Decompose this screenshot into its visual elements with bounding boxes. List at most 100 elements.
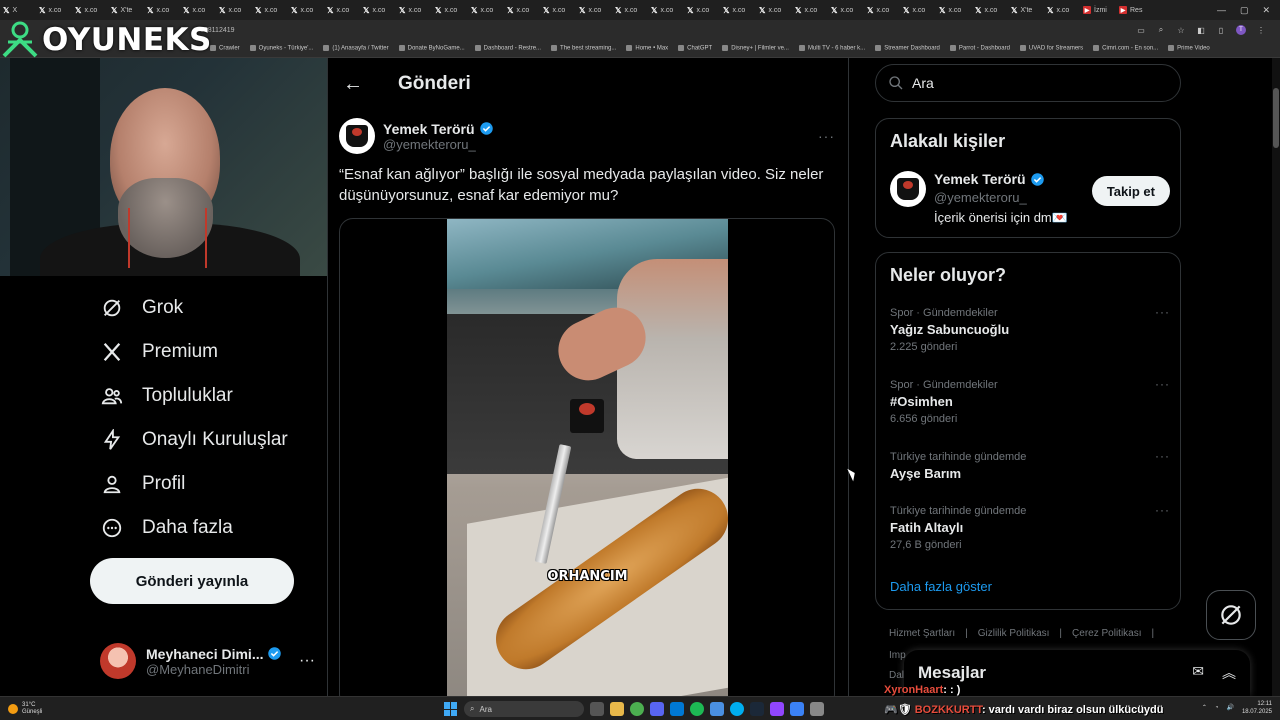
sidepanel-icon[interactable]: ▯ [1216, 25, 1226, 35]
more-dots-icon[interactable]: ··· [1155, 503, 1170, 517]
bookmark-item[interactable]: Prime Video [1168, 45, 1210, 52]
trend-item[interactable]: Spor · Gündemdekiler #Osimhen 6.656 gönd… [890, 377, 1170, 425]
browser-tab[interactable]: 𝕏x.co [648, 2, 683, 18]
nav-item-grok[interactable]: Grok [100, 296, 183, 320]
browser-tab[interactable]: 𝕏x.co [936, 2, 971, 18]
follow-button[interactable]: Takip et [1091, 176, 1170, 206]
grok-floating-button[interactable] [1206, 590, 1256, 640]
browser-tab[interactable]: 𝕏x.co [468, 2, 503, 18]
tweet-media[interactable]: ORHANCIM [339, 218, 835, 696]
browser-tab[interactable]: 𝕏x.co [972, 2, 1007, 18]
browser-tab[interactable]: 𝕏x.co [720, 2, 755, 18]
bookmark-item[interactable]: The best streaming... [551, 45, 616, 52]
trend-item[interactable]: Türkiye tarihinde gündemde Fatih Altaylı… [890, 503, 1170, 551]
browser-tab[interactable]: 𝕏x.co [252, 2, 287, 18]
browser-tab[interactable]: 𝕏x.co [288, 2, 323, 18]
app-icon[interactable] [710, 702, 724, 716]
scrollbar-thumb[interactable] [1273, 88, 1279, 148]
steam-icon[interactable] [750, 702, 764, 716]
bookmark-item[interactable]: Multi TV - 6 haber k... [798, 45, 865, 52]
obs-icon[interactable] [810, 702, 824, 716]
new-message-icon[interactable]: ✉ [1192, 663, 1204, 683]
edge-icon[interactable] [670, 702, 684, 716]
nav-item-more[interactable]: Daha fazla [100, 516, 233, 540]
footer-link[interactable]: Gizlilik Politikası [978, 628, 1050, 639]
browser-tab[interactable]: 𝕏x.co [396, 2, 431, 18]
related-person-name[interactable]: Yemek Terörü [934, 171, 1026, 187]
bookmark-item[interactable]: Dashboard - Restre... [474, 45, 541, 52]
maximize-icon[interactable]: ▢ [1240, 5, 1249, 16]
bookmark-item[interactable]: Crawler [210, 45, 240, 52]
profile-avatar-icon[interactable]: T [1236, 25, 1246, 35]
tweet-author-handle[interactable]: @yemekteroru_ [383, 137, 494, 152]
browser-tab[interactable]: 𝕏x.co [216, 2, 251, 18]
bookmark-item[interactable]: Disney+ | Filmler ve... [722, 45, 789, 52]
tweet-author-name[interactable]: Yemek Terörü [383, 121, 475, 137]
browser-tab[interactable]: 𝕏x.co [756, 2, 791, 18]
chrome-icon[interactable] [630, 702, 644, 716]
bookmark-item[interactable]: Home • Max [626, 45, 668, 52]
more-dots-icon[interactable]: ··· [1155, 305, 1170, 319]
browser-tab[interactable]: 𝕏x.co [612, 2, 647, 18]
browser-tab[interactable]: 𝕏x.co [144, 2, 179, 18]
more-dots-icon[interactable]: ··· [1155, 449, 1170, 463]
twitch-icon[interactable] [770, 702, 784, 716]
bookmark-item[interactable]: ChatGPT [678, 45, 712, 52]
extensions-icon[interactable]: ◧ [1196, 25, 1206, 35]
back-arrow-icon[interactable]: ← [340, 73, 366, 96]
browser-tab[interactable]: 𝕏x.co [900, 2, 935, 18]
page-scrollbar[interactable] [1272, 58, 1280, 696]
bookmark-item[interactable]: Oyuneks - Türkiye'... [249, 45, 313, 52]
more-dots-icon[interactable]: ··· [818, 128, 839, 144]
browser-tab[interactable]: ▶ Res [1116, 2, 1151, 18]
discord-icon[interactable] [650, 702, 664, 716]
chevron-up-icon[interactable]: ︽ [1222, 663, 1236, 683]
footer-link[interactable]: Çerez Politikası [1072, 628, 1141, 639]
browser-tab[interactable]: 𝕏x.co [324, 2, 359, 18]
post-button[interactable]: Gönderi yayınla [90, 558, 294, 604]
bookmark-item[interactable]: Cimri.com - En son... [1093, 45, 1158, 52]
minimize-icon[interactable]: — [1217, 5, 1226, 16]
windows-start-icon[interactable] [444, 702, 458, 716]
footer-link[interactable]: Hizmet Şartları [889, 628, 955, 639]
spotify-icon[interactable] [690, 702, 704, 716]
zoom-icon[interactable]: ⌕ [1156, 25, 1166, 35]
nav-item-verified-orgs[interactable]: Onaylı Kuruluşlar [100, 428, 288, 452]
browser-tab[interactable]: 𝕏x.co [432, 2, 467, 18]
avatar[interactable] [339, 118, 375, 154]
footer-link[interactable]: Imp [889, 650, 906, 661]
close-window-icon[interactable]: ✕ [1262, 5, 1270, 16]
browser-tab[interactable]: 𝕏x.co [684, 2, 719, 18]
nav-item-communities[interactable]: Topluluklar [100, 384, 233, 408]
video-player[interactable]: ORHANCIM [447, 219, 728, 696]
browser-tab[interactable]: 𝕏x.co [540, 2, 575, 18]
vscode-icon[interactable] [730, 702, 744, 716]
taskbar-search[interactable]: ⌕ Ara [464, 701, 584, 717]
browser-tab[interactable]: ▶ İzmi [1080, 2, 1115, 18]
browser-tab[interactable]: 𝕏x.co [864, 2, 899, 18]
clock[interactable]: 12:11 18.07.2025 [1242, 700, 1272, 716]
browser-tab[interactable]: 𝕏x.co [576, 2, 611, 18]
browser-tab[interactable]: 𝕏X [0, 2, 35, 18]
bookmark-item[interactable]: Streamer Dashboard [875, 45, 940, 52]
app-icon[interactable] [790, 702, 804, 716]
browser-tab[interactable]: 𝕏 X'te [1008, 2, 1043, 18]
browser-tab[interactable]: 𝕏x.co [792, 2, 827, 18]
bookmark-item[interactable]: (1) Anasayfa / Twitter [323, 45, 389, 52]
account-switcher[interactable]: Meyhaneci Dimi... @MeyhaneDimitri ··· [100, 636, 315, 686]
task-view-icon[interactable] [590, 702, 604, 716]
avatar[interactable] [890, 171, 926, 207]
nav-item-premium[interactable]: Premium [100, 340, 218, 364]
volume-icon[interactable]: 🔊 [1226, 704, 1233, 712]
star-icon[interactable]: ☆ [1176, 25, 1186, 35]
browser-tab[interactable]: 𝕏 X'te [108, 2, 143, 18]
file-explorer-icon[interactable] [610, 702, 624, 716]
browser-tab[interactable]: 𝕏x.co [504, 2, 539, 18]
show-more-link[interactable]: Daha fazla göster [890, 579, 992, 594]
nav-item-profile[interactable]: Profil [100, 472, 185, 496]
weather-widget[interactable]: 31°C Güneşli [0, 702, 42, 716]
tray-chevron-icon[interactable]: ⌃ [1202, 704, 1207, 712]
browser-tab[interactable]: 𝕏x.co [1044, 2, 1079, 18]
network-icon[interactable]: ◔ [1215, 704, 1219, 712]
trend-item[interactable]: Spor · Gündemdekiler Yağız Sabuncuoğlu 2… [890, 305, 1170, 353]
